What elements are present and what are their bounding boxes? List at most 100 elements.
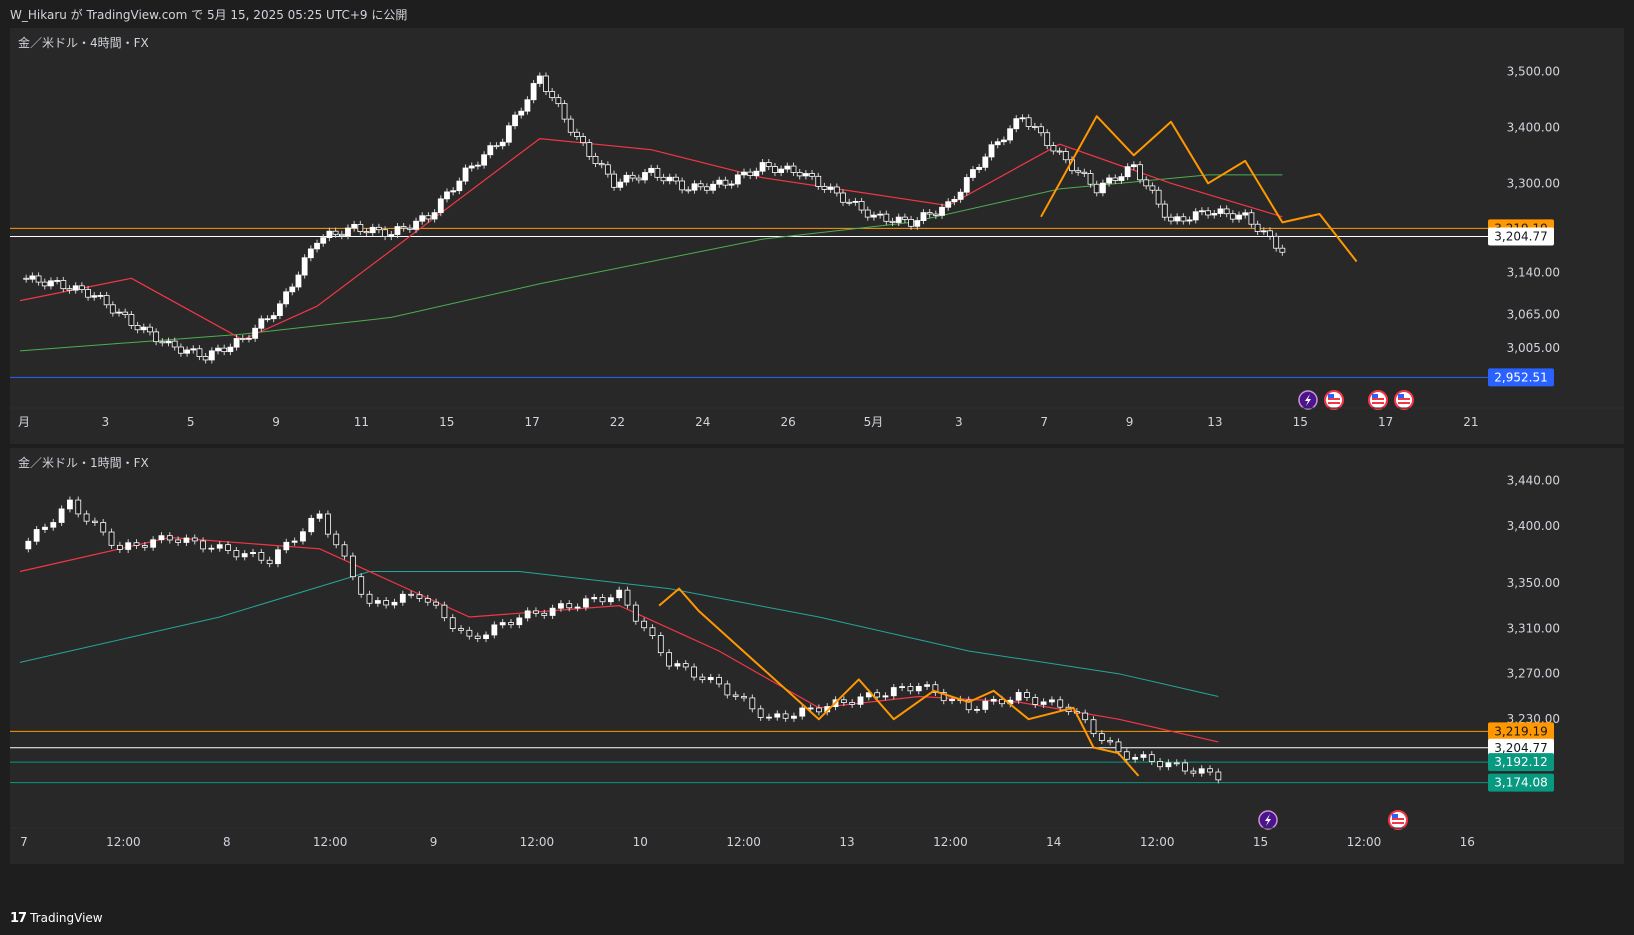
candle-body (691, 183, 698, 191)
candle-body (611, 173, 617, 188)
candle-body (970, 169, 976, 178)
candle-body (566, 603, 573, 609)
candle-body (67, 499, 73, 510)
candle-body (374, 600, 381, 604)
candle-body (864, 209, 871, 218)
candle (33, 525, 40, 545)
us-flag-stripe (1372, 398, 1384, 400)
candle-body (1057, 699, 1064, 708)
candle-body (35, 275, 42, 283)
candle-body (406, 227, 413, 230)
candle (35, 272, 42, 286)
candle-body (1174, 216, 1181, 222)
candle (456, 177, 463, 195)
candle-body (276, 303, 283, 316)
candle (1112, 174, 1119, 185)
candle (710, 180, 716, 194)
candle (1081, 168, 1088, 178)
candle-body (963, 177, 970, 193)
candle-body (1242, 212, 1249, 216)
candle-body (345, 227, 351, 237)
candle (940, 688, 947, 705)
candle (641, 617, 648, 632)
candle (784, 162, 791, 173)
x-tick-label: 15 (439, 415, 454, 429)
candle (1267, 227, 1273, 240)
candle (499, 619, 506, 629)
candle (225, 541, 231, 555)
candle-body (1081, 171, 1088, 174)
chart-panel-4h[interactable]: 3,500.00 3,400.00 3,300.00 3,140.00 3,065.00… (10, 28, 1624, 444)
candle (1082, 709, 1089, 724)
candle-body (358, 576, 365, 595)
candle-body (555, 97, 562, 105)
candle-body (673, 176, 679, 182)
candle-body (567, 118, 574, 133)
candle-body (1149, 185, 1156, 191)
candle (567, 115, 574, 136)
candle (1132, 753, 1139, 763)
candle (466, 626, 473, 640)
candle (654, 164, 661, 181)
us-flag-stripe (1372, 402, 1384, 404)
candle (1149, 182, 1156, 194)
candle-body (874, 692, 881, 698)
candle-body (607, 597, 614, 603)
candle (433, 598, 439, 609)
candle (599, 593, 606, 606)
x-tick-label: 24 (695, 415, 710, 429)
candle-body (190, 348, 197, 351)
candle (1137, 161, 1143, 184)
candle (1140, 751, 1147, 761)
candle (1198, 765, 1205, 777)
candle (67, 496, 73, 513)
candle (1013, 115, 1020, 133)
ma-slow-line (19, 174, 1283, 352)
candle-body (338, 233, 345, 237)
candle (483, 631, 489, 643)
us-flag-icon (1388, 810, 1408, 830)
candle-body (246, 337, 252, 340)
candle (765, 158, 772, 171)
chart-panel-1h[interactable]: 3,440.00 3,400.00 3,350.00 3,310.00 3,270.00… (10, 448, 1624, 864)
candle (772, 163, 778, 177)
candle-body (799, 707, 806, 717)
candle-body (558, 603, 564, 609)
candle (716, 673, 722, 688)
candle-body (791, 715, 797, 719)
candle (747, 168, 754, 180)
candle-body (314, 242, 320, 250)
candle (75, 496, 82, 518)
candle-body (516, 617, 523, 626)
candle-body (753, 170, 760, 177)
candle-body (483, 634, 489, 639)
candle (374, 597, 381, 607)
candle (1090, 716, 1097, 738)
candle (1229, 210, 1236, 223)
candle (283, 288, 289, 308)
candle-body (592, 155, 599, 164)
x-tick-label: 12:00 (106, 835, 141, 849)
candle (1273, 232, 1280, 252)
candle (458, 625, 464, 634)
candle (25, 537, 32, 553)
candle-body (871, 214, 877, 218)
us-flag-stripe (1392, 818, 1404, 820)
candle (1157, 757, 1163, 771)
candle-body (108, 531, 115, 546)
chart-1h-svg[interactable]: 3,440.00 3,400.00 3,350.00 3,310.00 3,270.00… (10, 448, 1624, 864)
candle-body (400, 226, 407, 229)
candle-body (1082, 712, 1089, 721)
chart-4h-svg[interactable]: 3,500.00 3,400.00 3,300.00 3,140.00 3,065.00… (10, 28, 1624, 444)
candle (333, 530, 340, 549)
candle-body (623, 174, 630, 183)
candle (108, 528, 115, 549)
candle-body (580, 136, 587, 144)
us-flag-canton (1328, 394, 1334, 398)
candle-body (774, 713, 781, 718)
candle-body (475, 164, 481, 167)
candle (691, 663, 697, 681)
candle-body (221, 347, 228, 353)
candle-body (413, 220, 419, 230)
candle-body (91, 295, 98, 298)
